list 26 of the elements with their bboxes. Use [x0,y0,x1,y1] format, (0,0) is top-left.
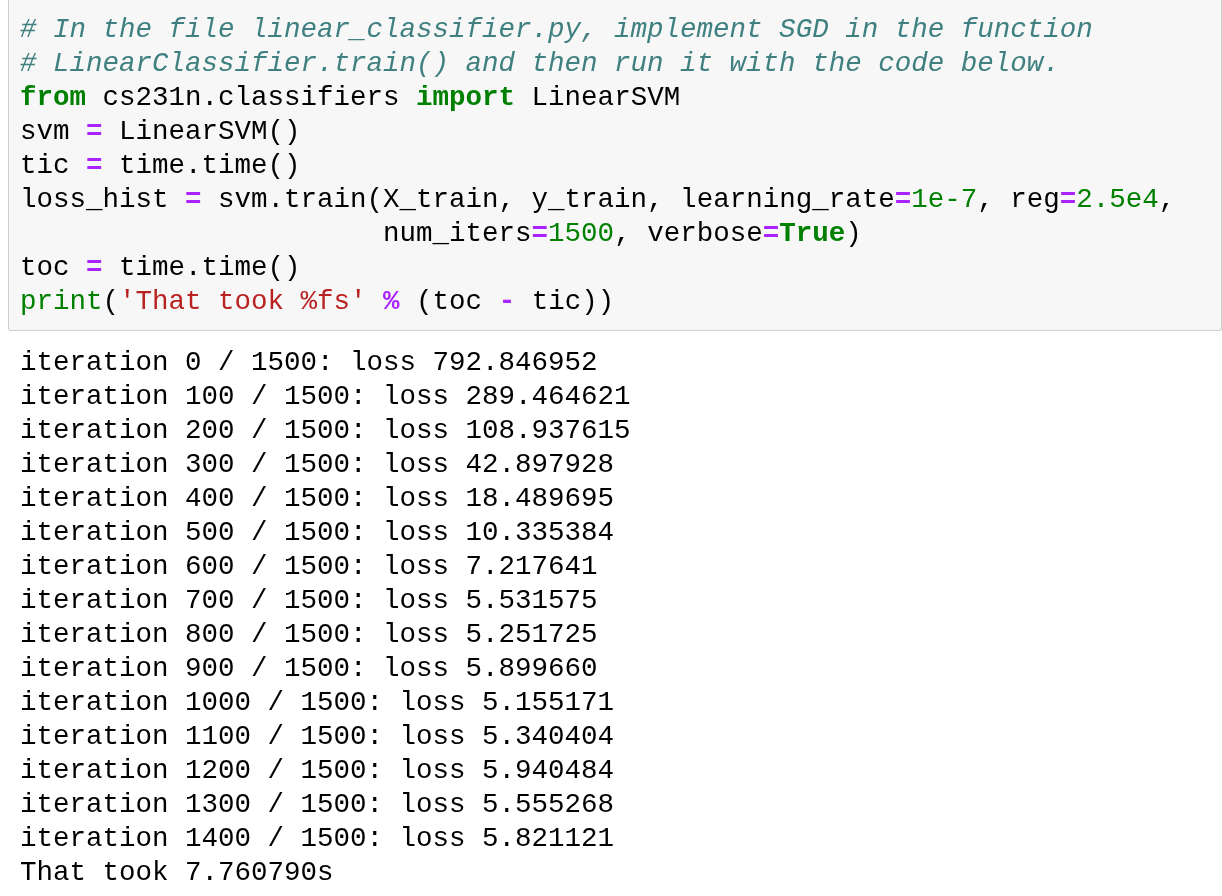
output-line: iteration 100 / 1500: loss 289.464621 [20,380,632,414]
output-line: iteration 200 / 1500: loss 108.937615 [20,414,632,448]
code-line: tic = time.time() [20,149,302,183]
code-line: toc = time.time() [20,251,302,285]
output-line: iteration 700 / 1500: loss 5.531575 [20,584,599,618]
output-line: iteration 1200 / 1500: loss 5.940484 [20,754,616,788]
code-line: num_iters=1500, verbose=True) [382,217,863,251]
output-line: iteration 1400 / 1500: loss 5.821121 [20,822,616,856]
code-line: from cs231n.classifiers import LinearSVM [20,81,682,115]
output-line: iteration 600 / 1500: loss 7.217641 [20,550,599,584]
code-line: loss_hist = svm.train(X_train, y_train, learning_rate=1e-7, reg=2.5e4, [20,183,1177,217]
code-cell[interactable] [8,0,1222,331]
code-line: # In the file linear_classifier.py, implement SGD in the function [20,13,1094,47]
code-line: svm = LinearSVM() [20,115,302,149]
output-line: iteration 400 / 1500: loss 18.489695 [20,482,616,516]
output-line: iteration 1100 / 1500: loss 5.340404 [20,720,616,754]
output-line: That took 7.760790s [20,856,335,890]
output-line: iteration 300 / 1500: loss 42.897928 [20,448,616,482]
output-line: iteration 500 / 1500: loss 10.335384 [20,516,616,550]
code-line: print('That took %fs' % (toc - tic)) [20,285,616,319]
code-line: # LinearClassifier.train() and then run it with the code below. [20,47,1061,81]
output-line: iteration 1300 / 1500: loss 5.555268 [20,788,616,822]
output-line: iteration 0 / 1500: loss 792.846952 [20,346,599,380]
output-line: iteration 800 / 1500: loss 5.251725 [20,618,599,652]
output-line: iteration 900 / 1500: loss 5.899660 [20,652,599,686]
output-line: iteration 1000 / 1500: loss 5.155171 [20,686,616,720]
